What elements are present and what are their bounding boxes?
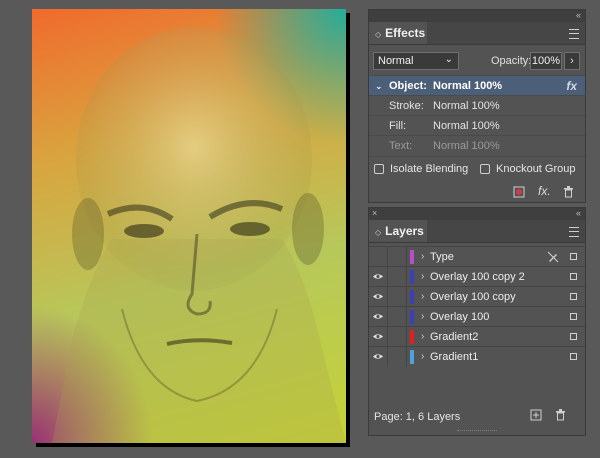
lock-toggle[interactable] [388,287,407,307]
expand-chevron-icon[interactable]: › [421,247,424,267]
layers-panel-grip[interactable]: × « [369,208,585,220]
layer-name[interactable]: Overlay 100 copy 2 [430,267,525,287]
stroke-label: Stroke: [389,100,424,112]
expand-chevron-icon[interactable]: › [421,307,424,327]
trash-icon[interactable] [555,409,566,421]
fx-icon[interactable]: fx [566,76,577,96]
expand-chevron-icon[interactable]: › [421,327,424,347]
tab-caret-icon: ◇ [375,30,382,39]
layer-row[interactable]: › Overlay 100 copy [369,286,585,307]
document-page[interactable] [32,9,346,443]
layer-color-swatch [410,270,414,284]
resize-handle[interactable] [457,430,497,434]
opacity-slider-button[interactable]: › [564,52,580,70]
layer-color-swatch [410,310,414,324]
layers-empty-area [369,367,585,405]
opacity-input[interactable]: 100% [530,52,562,70]
layer-row[interactable]: › Type [369,246,585,267]
layer-name[interactable]: Gradient2 [430,327,478,347]
visibility-toggle[interactable] [369,247,388,267]
trash-icon[interactable] [563,186,574,198]
clear-effects-icon[interactable] [513,186,525,198]
lock-toggle[interactable] [388,307,407,327]
selection-square[interactable] [570,353,577,360]
opacity-label: Opacity: [491,55,532,67]
lock-toggle[interactable] [388,267,407,287]
layer-row[interactable]: › Gradient2 [369,326,585,347]
tab-layers[interactable]: ◇ Layers [369,220,427,242]
knockout-group-label: Knockout Group [496,163,576,175]
visibility-toggle[interactable] [369,287,388,307]
panel-menu-icon[interactable] [569,227,579,237]
layer-row[interactable]: › Overlay 100 [369,306,585,327]
new-layer-icon[interactable] [530,409,542,421]
expand-chevron-icon: ⌄ [375,81,383,91]
visibility-toggle[interactable] [369,267,388,287]
object-value: Normal 100% [433,80,503,92]
tab-layers-label: Layers [385,224,424,238]
effects-panel: « ◇ Effects Normal ⌄ Opacity: 100% › ⌄ Ob… [368,9,586,203]
layer-row[interactable]: › Overlay 100 copy 2 [369,266,585,287]
visibility-toggle[interactable] [369,307,388,327]
visibility-toggle[interactable] [369,327,388,347]
selection-square[interactable] [570,313,577,320]
selection-square[interactable] [570,333,577,340]
close-icon[interactable]: × [372,208,377,218]
effects-row-text[interactable]: Text: Normal 100% [369,135,585,157]
eye-icon [373,294,383,299]
effects-row-stroke[interactable]: Stroke: Normal 100% [369,95,585,116]
stroke-value: Normal 100% [433,100,500,112]
layers-tabbar: ◇ Layers [369,220,585,243]
layer-color-swatch [410,330,414,344]
pen-slash-icon[interactable] [547,251,559,263]
eye-icon [373,334,383,339]
expand-chevron-icon[interactable]: › [421,267,424,287]
isolate-blending-label: Isolate Blending [390,163,469,175]
blend-mode-dropdown[interactable]: Normal ⌄ [373,52,459,70]
text-label: Text: [389,140,413,152]
blend-mode-value: Normal [378,55,414,67]
effects-panel-grip[interactable]: « [369,10,585,22]
layer-color-swatch [410,350,414,364]
tab-effects-label: Effects [385,26,426,40]
fill-value: Normal 100% [433,120,500,132]
selection-square[interactable] [570,293,577,300]
collapse-icon[interactable]: « [576,208,581,218]
effects-row-fill[interactable]: Fill: Normal 100% [369,115,585,136]
layer-color-swatch [410,250,414,264]
layer-name[interactable]: Type [430,247,454,267]
expand-chevron-icon[interactable]: › [421,287,424,307]
layer-row[interactable]: › Gradient1 [369,346,585,368]
chevron-down-icon: ⌄ [444,54,453,65]
text-value: Normal 100% [433,140,500,152]
collapse-icon[interactable]: « [576,10,581,20]
lock-toggle[interactable] [388,347,407,367]
add-effect-icon[interactable]: fx. [538,184,551,198]
isolate-blending-checkbox[interactable] [374,164,384,174]
portrait-artwork [52,27,346,443]
selection-square[interactable] [570,253,577,260]
layer-name[interactable]: Gradient1 [430,347,478,367]
knockout-group-checkbox[interactable] [480,164,490,174]
tab-effects[interactable]: ◇ Effects [369,22,427,44]
selection-square[interactable] [570,273,577,280]
eye-icon [373,314,383,319]
layer-name[interactable]: Overlay 100 [430,307,489,327]
eye-icon [373,274,383,279]
panel-menu-icon[interactable] [569,29,579,39]
tab-caret-icon: ◇ [375,228,382,237]
lock-toggle[interactable] [388,247,407,267]
layers-footer-status: Page: 1, 6 Layers [374,411,461,423]
visibility-toggle[interactable] [369,347,388,367]
expand-chevron-icon[interactable]: › [421,347,424,367]
fill-label: Fill: [389,120,407,132]
layer-name[interactable]: Overlay 100 copy [430,287,516,307]
object-label: Object: [389,80,427,92]
effects-tabbar: ◇ Effects [369,22,585,45]
lock-toggle[interactable] [388,327,407,347]
eye-icon [373,354,383,359]
effects-row-object[interactable]: ⌄ Object: Normal 100% fx [369,75,585,96]
layers-panel: × « ◇Layers › Type › Overlay 100 copy 2 [368,207,586,436]
layer-color-swatch [410,290,414,304]
